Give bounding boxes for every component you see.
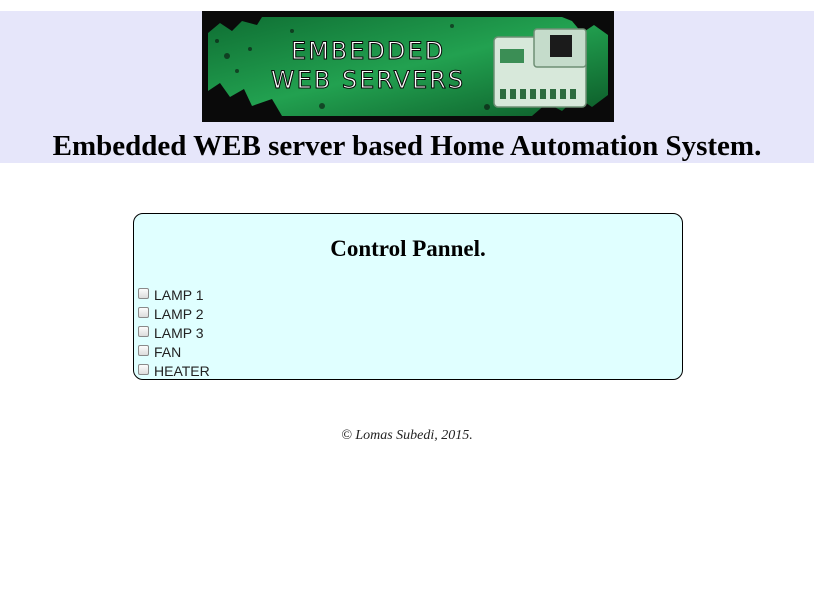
device-row-lamp-2: LAMP 2 — [138, 304, 210, 323]
banner-image: EMBEDDED WEB SERVERS — [202, 11, 614, 122]
copyright-footer: © Lomas Subedi, 2015. — [341, 428, 473, 443]
fan-checkbox[interactable] — [138, 345, 149, 356]
fan-label[interactable]: FAN — [154, 344, 181, 360]
device-row-lamp-3: LAMP 3 — [138, 323, 210, 342]
heater-checkbox[interactable] — [138, 364, 149, 375]
banner-line-2: WEB SERVERS — [270, 66, 466, 95]
device-row-fan: FAN — [138, 342, 210, 361]
lamp-2-checkbox[interactable] — [138, 307, 149, 318]
lamp-1-checkbox[interactable] — [138, 288, 149, 299]
banner-line-1: EMBEDDED — [290, 37, 446, 66]
panel-title: Control Pannel. — [330, 236, 486, 261]
page-title: Embedded WEB server based Home Automatio… — [52, 130, 762, 162]
lamp-2-label[interactable]: LAMP 2 — [154, 306, 204, 322]
device-row-heater: HEATER — [138, 361, 210, 380]
control-panel: Control Pannel. LAMP 1 LAMP 2 LAMP 3 FAN… — [133, 213, 683, 380]
device-row-lamp-1: LAMP 1 — [138, 285, 210, 304]
lamp-3-checkbox[interactable] — [138, 326, 149, 337]
device-list: LAMP 1 LAMP 2 LAMP 3 FAN HEATER — [138, 285, 210, 380]
lamp-3-label[interactable]: LAMP 3 — [154, 325, 204, 341]
lamp-1-label[interactable]: LAMP 1 — [154, 287, 204, 303]
header: EMBEDDED WEB SERVERS Embedded WEB server… — [0, 11, 814, 163]
heater-label[interactable]: HEATER — [154, 363, 210, 379]
